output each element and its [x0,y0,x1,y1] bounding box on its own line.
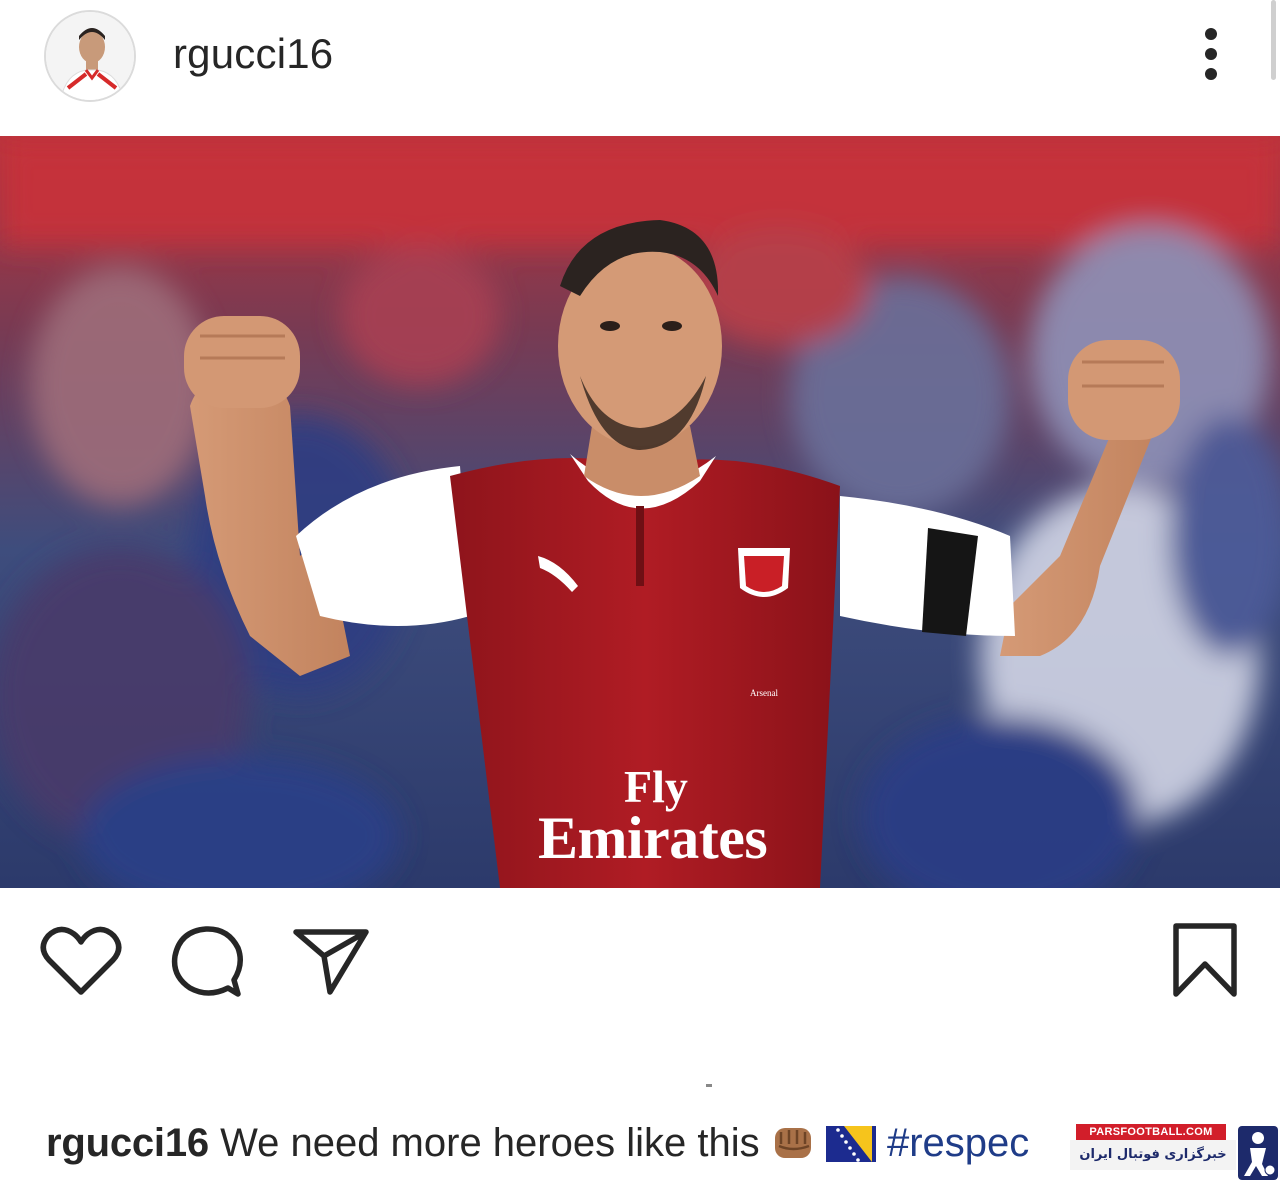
like-button[interactable] [40,924,122,998]
post-action-bar [0,900,1280,1010]
more-options-button[interactable] [1190,24,1232,84]
parsfootball-watermark: PARSFOOTBALL.COM خبرگزاری فوتبال ایران [1066,1124,1280,1182]
caption-hashtag[interactable]: #respec [887,1121,1029,1165]
scrollbar[interactable] [1271,0,1276,80]
comment-button[interactable] [168,924,248,1000]
jersey-badge-text: Arsenal [750,688,778,698]
parsfootball-logo-icon [1236,1124,1280,1182]
jersey-sponsor-text: Emirates [538,805,768,871]
bookmark-icon [1173,923,1237,997]
post-photo[interactable]: Arsenal Fly Emirates [0,136,1280,888]
bosnia-flag-icon [825,1124,876,1174]
post-username[interactable]: rgucci16 [173,30,333,78]
separator [706,1084,712,1087]
instagram-post: rgucci16 Arsenal Fly Emirates rgucci16 W… [0,0,1280,1182]
caption-text: We need more heroes like this [220,1121,760,1165]
caption-username[interactable]: rgucci16 [46,1121,209,1165]
profile-avatar[interactable] [44,10,136,102]
post-caption: rgucci16 We need more heroes like this #… [46,1118,1029,1174]
watermark-site: PARSFOOTBALL.COM [1076,1124,1226,1140]
save-button[interactable] [1170,922,1240,1000]
comment-icon [171,926,243,997]
avatar-photo [46,12,134,100]
post-header: rgucci16 [0,0,1280,136]
more-vertical-icon [1205,28,1217,80]
share-button[interactable] [290,924,372,998]
heart-icon [40,926,122,995]
fist-emoji-icon [771,1122,815,1174]
watermark-tagline: خبرگزاری فوتبال ایران [1070,1140,1236,1170]
paper-plane-icon [293,929,369,995]
